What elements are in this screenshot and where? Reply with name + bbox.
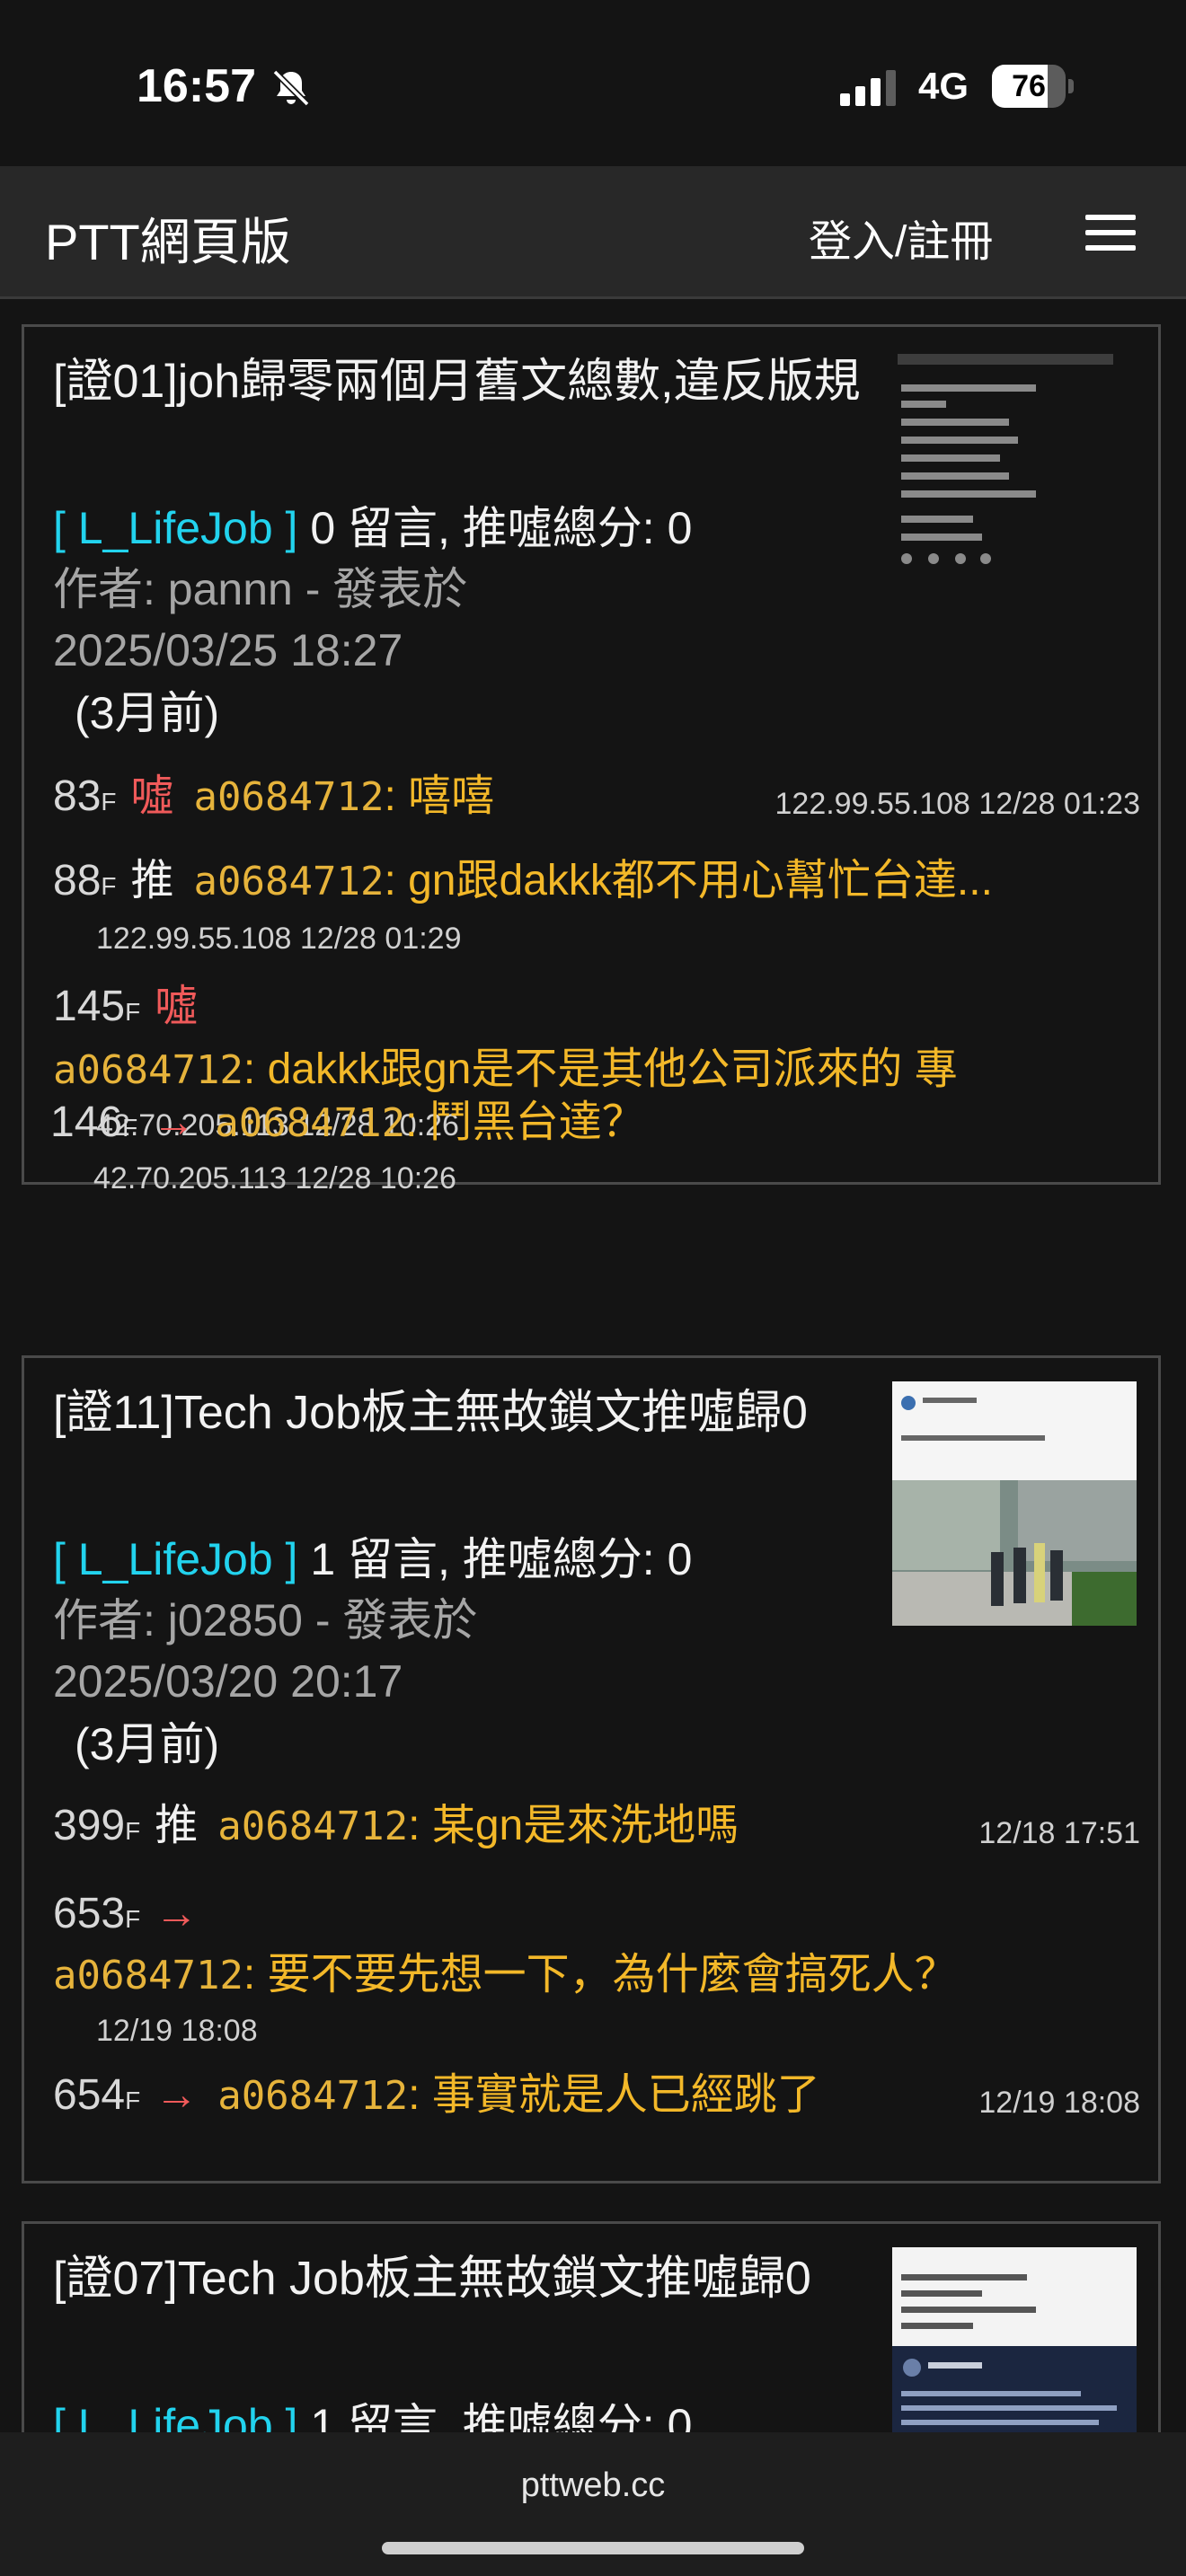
post-thumbnail[interactable] <box>892 350 1137 595</box>
comment-summary: 1 留言, 推噓總分: 0 <box>310 2400 693 2432</box>
comment-user[interactable]: a0684712 <box>53 1047 243 1093</box>
floor-suffix: F <box>125 1817 141 1845</box>
comment-tag: 推 <box>155 1802 199 1849</box>
post-author: 作者: pannn - 發表於 <box>53 564 468 614</box>
app-header: PTT網頁版 登入/註冊 <box>0 166 1186 299</box>
comment-tag: → <box>155 2071 199 2119</box>
comment-meta: 12/19 18:08 <box>978 2086 1140 2120</box>
post-thumbnail[interactable] <box>892 2247 1137 2432</box>
comment-floor: 146 <box>50 1098 123 1146</box>
board-link[interactable]: [ L_LifeJob ] <box>53 2400 297 2432</box>
board-link[interactable]: [ L_LifeJob ] <box>53 503 297 553</box>
comment-row: 399F 推 a0684712: 某gn是來洗地嗎 12/18 17:51 <box>53 1798 1140 1859</box>
post-title[interactable]: [證01]joh歸零兩個月舊文總數,違反版規 <box>53 350 862 413</box>
comment-summary: 1 留言, 推噓總分: 0 <box>310 1534 693 1584</box>
post-title[interactable]: [證07]Tech Job板主無故鎖文推噓歸0 <box>53 2247 862 2310</box>
comment-row: 654F → a0684712: 事實就是人已經跳了 12/19 18:08 <box>53 2068 1140 2129</box>
post-card[interactable]: [證11]Tech Job板主無故鎖文推噓歸0 [ L_LifeJob ] 1 … <box>22 1355 1161 2183</box>
battery-icon: 76 <box>992 65 1074 108</box>
post-title[interactable]: [證11]Tech Job板主無故鎖文推噓歸0 <box>53 1381 862 1444</box>
login-register-link[interactable]: 登入/註冊 <box>809 206 993 269</box>
post-card[interactable]: [證07]Tech Job板主無故鎖文推噓歸0 [ L_LifeJob ] 1 … <box>22 2221 1161 2432</box>
comment-user[interactable]: a0684712 <box>217 1804 408 1849</box>
comment-tag: 推 <box>130 857 174 904</box>
bell-muted-icon <box>272 69 310 107</box>
comment-row: 88F 推 a0684712: gn跟dakkk都不用心幫忙台達... <box>53 853 1140 914</box>
floor-suffix: F <box>101 788 117 816</box>
post-board-line: [ L_LifeJob ] 0 留言, 推噓總分: 0 <box>53 498 880 559</box>
comment-tag: → <box>152 1098 196 1146</box>
comment-meta: 12/19 18:08 <box>96 2014 258 2048</box>
comment-meta: 122.99.55.108 12/28 01:23 <box>774 787 1141 821</box>
comment-row-continued: a0684712: 要不要先想一下，為什麼會搞死人？ <box>53 1947 1140 2004</box>
floor-suffix: F <box>125 1905 141 1933</box>
comment-row: 653F → <box>53 1886 1140 1947</box>
comment-user[interactable]: a0684712 <box>53 1953 243 1998</box>
comment-floor: 653 <box>53 1890 126 1937</box>
floor-suffix: F <box>125 998 141 1026</box>
comment-text: : gn跟dakkk都不用心幫忙台達... <box>384 857 993 904</box>
status-bar: 16:57 4G 76 <box>0 0 1186 166</box>
comment-tag: → <box>155 1890 199 1937</box>
post-relative-time: (3月前) <box>75 1719 220 1769</box>
comment-text: : 某gn是來洗地嗎 <box>408 1802 739 1849</box>
hamburger-menu-icon[interactable] <box>1085 215 1136 251</box>
comment-tag: 噓 <box>130 772 174 820</box>
comment-floor: 399 <box>53 1802 126 1849</box>
site-title[interactable]: PTT網頁版 <box>45 202 291 275</box>
address-bar-url[interactable]: pttweb.cc <box>0 2466 1186 2505</box>
post-date: 2025/03/20 20:17 <box>53 1656 403 1707</box>
comment-user[interactable]: a0684712 <box>215 1100 405 1146</box>
comment-user[interactable]: a0684712 <box>194 859 385 904</box>
board-link[interactable]: [ L_LifeJob ] <box>53 1534 297 1584</box>
comment-text: : dakkk跟gn是不是其他公司派來的 專 <box>243 1045 958 1093</box>
cellular-signal-icon <box>840 70 896 106</box>
status-time: 16:57 <box>137 60 256 112</box>
comment-text: : 嘻嘻 <box>384 772 495 820</box>
post-card[interactable]: [證01]joh歸零兩個月舊文總數,違反版規 [ L_LifeJob ] 0 留… <box>22 324 1161 1185</box>
comment-row: 146F → a0684712: 鬥黑台達？ <box>50 1095 1137 1156</box>
comment-row-continued: a0684712: dakkk跟gn是不是其他公司派來的 專 <box>53 1042 1140 1098</box>
home-indicator[interactable] <box>382 2542 804 2554</box>
comment-meta: 42.70.205.113 12/28 10:26 <box>93 1161 456 1195</box>
post-date: 2025/03/25 18:27 <box>53 625 403 675</box>
comment-floor: 654 <box>53 2071 126 2119</box>
comment-tag: 噓 <box>155 983 199 1030</box>
post-relative-time: (3月前) <box>75 688 220 738</box>
comment-text: : 要不要先想一下，為什麼會搞死人？ <box>243 1951 958 1998</box>
comment-row: 145F 噓 <box>53 979 1140 1040</box>
comment-row: 83F 噓 a0684712: 嘻嘻 122.99.55.108 12/28 01:… <box>53 769 1140 830</box>
post-list: [證01]joh歸零兩個月舊文總數,違反版規 [ L_LifeJob ] 0 留… <box>0 299 1186 2432</box>
comment-text: : 鬥黑台達？ <box>405 1098 645 1146</box>
comment-text: : 事實就是人已經跳了 <box>408 2071 820 2119</box>
comment-meta: 12/18 17:51 <box>978 1816 1140 1850</box>
comment-meta: 122.99.55.108 12/28 01:29 <box>96 922 462 956</box>
network-type: 4G <box>918 65 969 107</box>
comment-summary: 0 留言, 推噓總分: 0 <box>310 503 693 553</box>
comment-floor: 88 <box>53 857 102 904</box>
battery-level: 76 <box>1012 69 1046 103</box>
post-author: 作者: j02850 - 發表於 <box>53 1595 478 1645</box>
post-thumbnail[interactable] <box>892 1381 1137 1626</box>
comment-floor: 145 <box>53 983 126 1030</box>
comment-user[interactable]: a0684712 <box>217 2073 408 2119</box>
floor-suffix: F <box>125 2086 141 2114</box>
comment-user[interactable]: a0684712 <box>194 774 385 820</box>
floor-suffix: F <box>122 1114 138 1142</box>
comment-floor: 83 <box>53 772 102 820</box>
post-board-line: [ L_LifeJob ] 1 留言, 推噓總分: 0 <box>53 2395 880 2432</box>
browser-bottom-bar: pttweb.cc <box>0 2432 1186 2576</box>
post-board-line: [ L_LifeJob ] 1 留言, 推噓總分: 0 <box>53 1529 880 1590</box>
floor-suffix: F <box>101 872 117 900</box>
